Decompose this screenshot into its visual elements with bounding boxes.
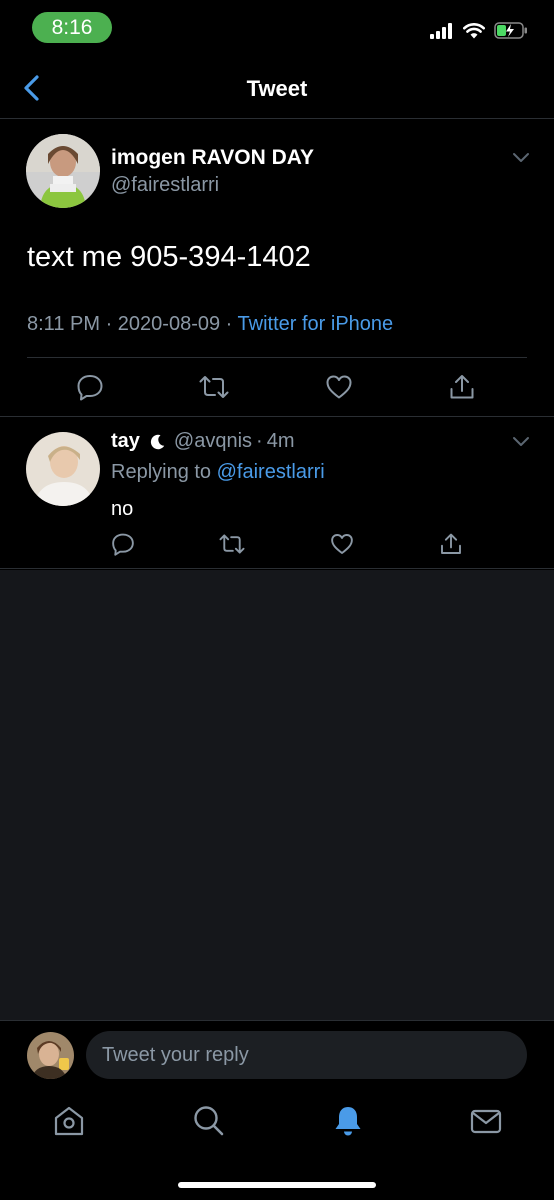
reply-actions — [0, 532, 554, 558]
reply-age: 4m — [266, 430, 295, 452]
author-avatar[interactable] — [26, 134, 100, 208]
replying-to-handle[interactable]: @fairestlarri — [217, 461, 325, 483]
moon-icon — [150, 434, 165, 449]
tweet-actions — [0, 373, 554, 405]
meta-separator: · — [105, 313, 113, 335]
meta-separator: · — [225, 313, 233, 335]
user-avatar[interactable] — [27, 1032, 74, 1079]
battery-charging-icon — [494, 22, 527, 39]
notifications-icon[interactable] — [331, 1104, 365, 1138]
status-icons — [430, 22, 528, 39]
like-icon[interactable] — [325, 373, 353, 401]
reply-tweet[interactable]: tay @avqnis · 4m Replying to @fairestlar… — [0, 418, 554, 569]
status-time: 8:16 — [32, 12, 112, 43]
reply-composer — [0, 1020, 554, 1090]
retweet-icon[interactable] — [218, 532, 246, 556]
header-separator: · — [256, 430, 263, 452]
reply-author-name[interactable]: tay — [111, 430, 140, 453]
reply-icon[interactable] — [76, 373, 104, 401]
reply-header: tay @avqnis · 4m — [111, 430, 295, 453]
signal-icon — [430, 22, 452, 39]
tweet-text: text me 905-394-1402 — [27, 241, 311, 273]
reply-icon[interactable] — [111, 532, 135, 556]
top-nav: Tweet — [0, 56, 554, 119]
page-title: Tweet — [246, 76, 308, 101]
search-icon[interactable] — [192, 1104, 226, 1138]
share-icon[interactable] — [439, 532, 463, 556]
home-indicator[interactable] — [178, 1182, 376, 1188]
tweet-meta: 8:11 PM · 2020-08-09 · Twitter for iPhon… — [27, 313, 393, 336]
reply-avatar[interactable] — [26, 432, 100, 506]
home-icon[interactable] — [52, 1104, 86, 1138]
reply-input[interactable] — [86, 1031, 527, 1079]
caret-down-icon[interactable] — [512, 436, 530, 448]
author-handle[interactable]: @fairestlarri — [111, 174, 219, 197]
author-name[interactable]: imogen RAVON DAY — [111, 146, 314, 170]
tweet-source-link[interactable]: Twitter for iPhone — [238, 313, 394, 335]
replying-to: Replying to @fairestlarri — [111, 461, 325, 484]
like-icon[interactable] — [330, 532, 354, 556]
reply-text: no — [111, 498, 134, 520]
reply-author-handle[interactable]: @avqnis — [174, 430, 252, 453]
wifi-icon — [463, 22, 485, 38]
divider — [27, 357, 527, 358]
messages-icon[interactable] — [469, 1104, 503, 1138]
share-icon[interactable] — [448, 373, 476, 401]
status-bar: 8:16 — [0, 0, 554, 56]
caret-down-icon[interactable] — [512, 152, 530, 164]
tweet-date: 2020-08-09 — [117, 313, 221, 335]
retweet-icon[interactable] — [198, 373, 230, 401]
replying-to-label: Replying to — [111, 461, 212, 483]
tweet-time: 8:11 PM — [27, 313, 100, 335]
main-tweet: imogen RAVON DAY @fairestlarri text me 9… — [0, 120, 554, 417]
empty-thread-area — [0, 570, 554, 1020]
